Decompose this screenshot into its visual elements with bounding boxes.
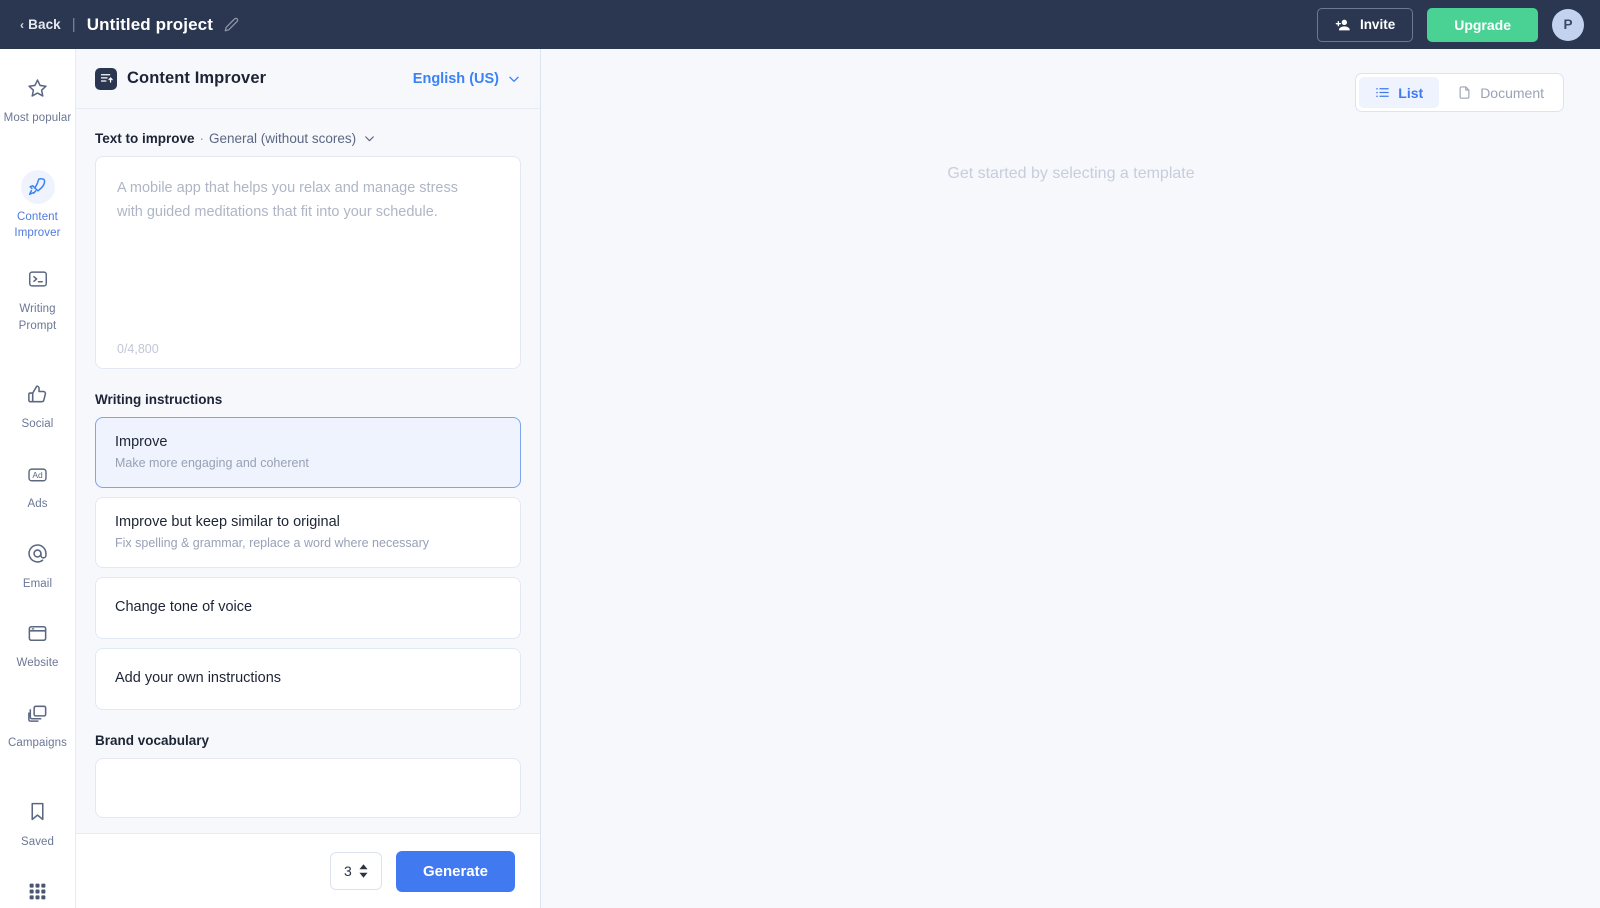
output-count-value: 3 [344,863,352,879]
sidebar-item-email[interactable]: Email [0,532,75,597]
writing-instructions-label: Writing instructions [95,392,223,407]
grid-icon [21,874,55,908]
view-mode-list[interactable]: List [1359,77,1440,108]
sidebar-item-label: Website [16,657,59,670]
svg-text:Ad: Ad [32,470,43,480]
sidebar-item-most-popular[interactable]: Most popular [0,66,75,131]
project-title[interactable]: Untitled project [87,15,213,35]
sidebar-item-content-improver[interactable]: Content Improver [0,165,75,246]
character-counter: 0/4,800 [117,342,159,356]
star-icon [21,71,55,105]
instruction-option-improve[interactable]: Improve Make more engaging and coherent [95,417,521,488]
list-icon [1375,85,1390,100]
browser-window-icon [21,616,55,650]
app-root: ‹ Back | Untitled project Invite Upgrade… [0,0,1600,908]
chevron-down-icon[interactable] [363,132,376,145]
text-to-improve-input[interactable]: A mobile app that helps you relax and ma… [95,156,521,369]
view-mode-label: Document [1480,84,1544,101]
sidebar-item-website[interactable]: Website [0,611,75,676]
language-selector[interactable]: English (US) [413,71,521,87]
sidebar-item-saved[interactable]: Saved [0,790,75,855]
text-to-improve-placeholder: A mobile app that helps you relax and ma… [117,180,458,221]
rocket-icon [20,169,55,204]
view-mode-toggle: List Document [1355,73,1564,112]
back-chevron-icon: ‹ [20,17,25,32]
sidebar-item-social[interactable]: Social [0,372,75,437]
chevron-down-icon [507,72,521,86]
option-description: Fix spelling & grammar, replace a word w… [115,536,430,551]
sidebar-item-all[interactable]: All [0,869,75,908]
sidebar-item-label: Ads [27,498,48,511]
bookmark-icon [21,795,55,829]
option-title: Improve [115,434,168,450]
top-bar: ‹ Back | Untitled project Invite Upgrade… [0,0,1600,49]
panel-title: Content Improver [127,69,267,87]
output-count-stepper[interactable]: 3 [329,852,382,890]
top-bar-actions: Invite Upgrade P [1316,7,1584,42]
avatar[interactable]: P [1552,8,1584,41]
score-mode-value[interactable]: General (without scores) [209,131,356,146]
field-label-separator: · [199,131,205,146]
text-to-improve-label: Text to improve · General (without score… [95,131,521,146]
instruction-option-custom[interactable]: Add your own instructions [95,647,521,710]
option-title: Add your own instructions [115,670,282,687]
sidebar: Most popular Content Improver Writing Pr… [0,49,76,908]
panel-header: Content Improver English (US) [76,49,540,109]
back-button[interactable]: ‹ Back [20,17,61,32]
sidebar-item-ads[interactable]: Ad Ads [0,452,75,517]
option-title: Change tone of voice [115,599,253,616]
sidebar-item-label: Content Improver [14,210,61,240]
thumbs-up-icon [21,377,55,411]
layers-icon [21,696,55,730]
results-canvas: List Document Get started by selecting a… [542,49,1600,908]
content-improver-icon [95,67,117,90]
instruction-option-change-tone[interactable]: Change tone of voice [95,576,521,639]
sidebar-item-campaigns[interactable]: Campaigns [0,691,75,756]
panel-footer: 3 Generate [76,833,540,908]
sidebar-item-writing-prompt[interactable]: Writing Prompt [0,257,75,338]
template-form-panel: Content Improver English (US) Text to im… [76,49,541,908]
add-person-icon [1335,17,1351,33]
terminal-icon [21,262,55,296]
instruction-option-improve-keep-similar[interactable]: Improve but keep similar to original Fix… [95,496,521,568]
ad-icon: Ad [21,457,55,491]
document-icon [1457,85,1472,100]
panel-body: Text to improve · General (without score… [76,109,540,833]
view-mode-label: List [1398,84,1424,101]
view-mode-document[interactable]: Document [1441,77,1560,108]
sidebar-item-label: Most popular [3,112,72,124]
back-label: Back [28,17,61,32]
sidebar-item-label: Writing Prompt [18,303,57,332]
at-sign-icon [21,537,55,571]
sidebar-item-label: Email [22,577,53,590]
invite-label: Invite [1359,17,1396,32]
field-label-text: Text to improve [95,131,195,146]
empty-state-message: Get started by selecting a template [947,165,1195,182]
upgrade-button[interactable]: Upgrade [1427,7,1538,42]
pencil-icon[interactable] [224,17,239,32]
sidebar-item-label: Campaigns [7,737,68,750]
invite-button[interactable]: Invite [1316,7,1414,42]
up-down-arrows-icon[interactable] [359,864,368,878]
title-separator: | [71,16,76,33]
option-title: Improve but keep similar to original [115,513,340,530]
generate-button[interactable]: Generate [395,850,515,892]
option-description: Make more engaging and coherent [115,456,309,471]
sidebar-item-label: Social [21,418,54,431]
language-value: English (US) [412,70,499,87]
sidebar-item-label: Saved [20,835,55,848]
brand-vocabulary-input[interactable] [95,757,521,818]
brand-vocabulary-label: Brand vocabulary [95,732,210,748]
